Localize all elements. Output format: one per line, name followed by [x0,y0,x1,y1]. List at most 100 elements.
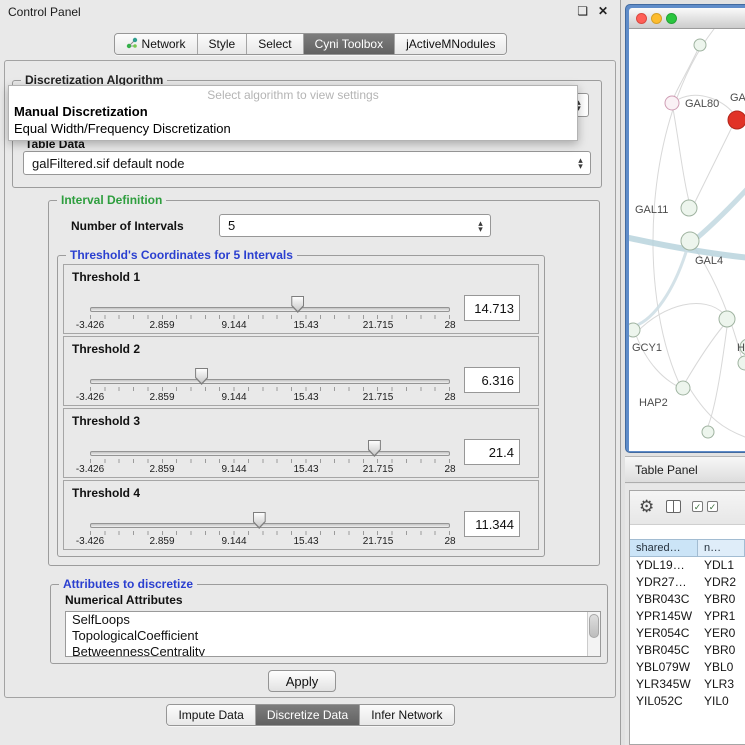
tab-discretize-data[interactable]: Discretize Data [256,705,360,725]
table-cell[interactable]: YBR0 [698,642,745,659]
attribute-item-topologicalcoefficient[interactable]: TopologicalCoefficient [66,628,600,644]
threshold-value-field[interactable]: 21.4 [464,439,520,465]
table-row[interactable]: YER054CYER0 [630,625,745,642]
tab-jactivemnodules[interactable]: jActiveMNodules [395,34,506,54]
node-table: ⚙ ✓ ✓ shared… n… YDL19…YDL1YDR27…YDR2YBR… [629,490,745,745]
table-cell[interactable]: YIL052C [630,693,698,710]
threshold-value-field[interactable]: 6.316 [464,367,520,393]
select-all-checkbox-icon[interactable]: ✓ [692,501,703,512]
columns-icon[interactable] [666,500,681,513]
slider-scale: -3.4262.8599.14415.4321.71528 [90,320,450,332]
table-data-select[interactable]: galFiltered.sif default node [23,151,591,175]
list-scrollbar-thumb[interactable] [589,614,599,638]
slider[interactable]: -3.4262.8599.14415.4321.71528 [90,409,450,477]
attribute-item-betweennesscentrality[interactable]: BetweennessCentrality [66,644,600,657]
network-canvas[interactable]: GAL80GAGAL11GAL4GCY1HHAP2 [629,29,745,451]
table-row[interactable]: YPR145WYPR1 [630,608,745,625]
table-cell[interactable]: YER0 [698,625,745,642]
tab-label: Discretize Data [267,708,348,722]
close-traffic-light-icon[interactable] [636,13,647,24]
clear-selection-checkbox-icon[interactable]: ✓ [707,501,718,512]
combo-arrows-icon [476,220,485,232]
scale-label: 9.144 [221,392,246,403]
top-tab-bar: NetworkStyleSelectCyni ToolboxjActiveMNo… [0,33,621,55]
scale-label: 28 [444,392,455,403]
network-node [728,111,745,129]
group-title-interval-definition: Interval Definition [57,193,166,207]
zoom-traffic-light-icon[interactable] [666,13,677,24]
table-row[interactable]: YIL052CYIL0 [630,693,745,710]
table-row[interactable]: YBL079WYBL0 [630,659,745,676]
table-row[interactable]: YBR045CYBR0 [630,642,745,659]
table-panel-title: Table Panel [635,463,698,477]
float-window-icon[interactable]: ❏ [577,4,588,18]
scale-label: 28 [444,320,455,331]
gear-icon[interactable]: ⚙ [639,497,654,517]
table-toolbar: ⚙ ✓ ✓ [630,491,745,525]
table-cell[interactable]: YDR2 [698,574,745,591]
threshold-value-field[interactable]: 14.713 [464,295,520,321]
threshold-panel-4: Threshold 4-3.4262.8599.14415.4321.71528… [63,480,539,550]
network-node [629,323,640,337]
tab-infer-network[interactable]: Infer Network [360,705,453,725]
threshold-value-field[interactable]: 11.344 [464,511,520,537]
tab-select[interactable]: Select [247,34,303,54]
slider-track[interactable] [90,307,450,312]
table-cell[interactable]: YDL19… [630,557,698,574]
slider-track[interactable] [90,379,450,384]
scale-label: 2.859 [149,320,174,331]
column-header-shared-name[interactable]: shared… [630,539,698,557]
table-row[interactable]: YDL19…YDL1 [630,557,745,574]
close-icon[interactable]: ✕ [598,4,608,18]
table-cell[interactable]: YBL0 [698,659,745,676]
network-node-label: H [737,342,745,354]
scale-label: 2.859 [149,392,174,403]
minimize-traffic-light-icon[interactable] [651,13,662,24]
attributes-group: Attributes to discretize Numerical Attri… [50,584,608,664]
table-cell[interactable]: YLR3 [698,676,745,693]
network-node [681,200,697,216]
tab-impute-data[interactable]: Impute Data [167,705,255,725]
network-tab-icon [126,37,138,52]
table-row[interactable]: YLR345WYLR3 [630,676,745,693]
table-cell[interactable]: YBL079W [630,659,698,676]
tab-cyni-toolbox[interactable]: Cyni Toolbox [304,34,395,54]
slider[interactable]: -3.4262.8599.14415.4321.71528 [90,265,450,333]
table-cell[interactable]: YBR043C [630,591,698,608]
network-graph[interactable]: GAL80GAGAL11GAL4GCY1HHAP2 [629,29,745,451]
table-cell[interactable]: YBR0 [698,591,745,608]
scale-label: 15.43 [293,464,318,475]
algorithm-popup-placeholder: Select algorithm to view settings [9,87,577,103]
list-scrollbar[interactable] [587,612,600,656]
tab-network[interactable]: Network [115,34,198,54]
number-of-intervals-select[interactable]: 5 [219,214,491,237]
table-cell[interactable]: YPR1 [698,608,745,625]
table-cell[interactable]: YPR145W [630,608,698,625]
algorithm-option-equal-width-frequency-discretization[interactable]: Equal Width/Frequency Discretization [9,120,577,137]
network-node [676,381,690,395]
panel-title: Control Panel [8,5,81,19]
numerical-attributes-list[interactable]: SelfLoopsTopologicalCoefficientBetweenne… [65,611,601,657]
apply-button[interactable]: Apply [268,670,336,692]
table-cell[interactable]: YBR045C [630,642,698,659]
attribute-item-selfloops[interactable]: SelfLoops [66,612,600,628]
slider[interactable]: -3.4262.8599.14415.4321.71528 [90,337,450,405]
combo-arrows-icon [576,157,585,169]
slider-track[interactable] [90,523,450,528]
control-panel: Control Panel ❏ ✕ NetworkStyleSelectCyni… [0,0,621,745]
table-cell[interactable]: YDL1 [698,557,745,574]
network-window-titlebar[interactable] [629,8,745,29]
table-cell[interactable]: YIL0 [698,693,745,710]
column-header-name[interactable]: n… [698,539,745,557]
slider[interactable]: -3.4262.8599.14415.4321.71528 [90,481,450,549]
algorithm-option-manual-discretization[interactable]: Manual Discretization [9,103,577,120]
table-row[interactable]: YBR043CYBR0 [630,591,745,608]
table-cell[interactable]: YER054C [630,625,698,642]
tab-group: NetworkStyleSelectCyni ToolboxjActiveMNo… [114,33,508,55]
table-cell[interactable]: YDR27… [630,574,698,591]
tab-style[interactable]: Style [198,34,248,54]
scale-label: 21.715 [363,536,394,547]
slider-track[interactable] [90,451,450,456]
table-cell[interactable]: YLR345W [630,676,698,693]
table-row[interactable]: YDR27…YDR2 [630,574,745,591]
